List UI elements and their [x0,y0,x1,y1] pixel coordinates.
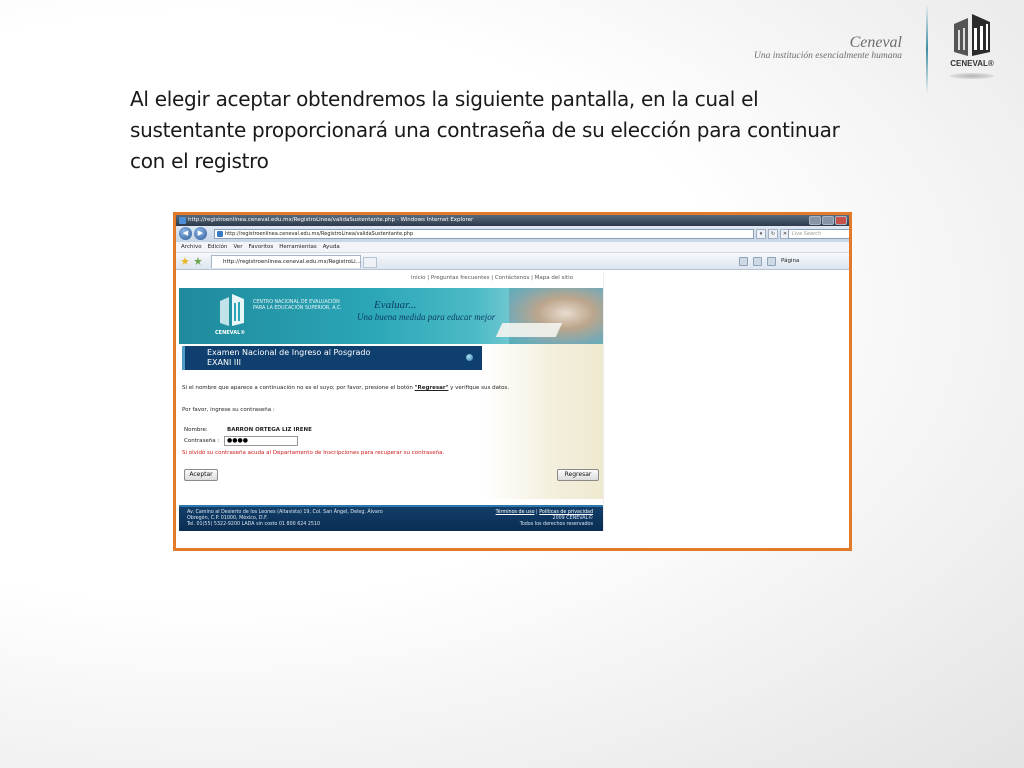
password-input[interactable]: ●●●● [224,436,298,446]
browser-screenshot: http://registroenlinea.ceneval.edu.mx/Re… [173,212,852,551]
new-tab-button[interactable] [363,257,377,268]
ceneval-banner-logo-icon [220,294,244,326]
menu-herramientas[interactable]: Herramientas [279,242,316,252]
privacy-link[interactable]: Políticas de privacidad [539,510,593,515]
menu-edicion[interactable]: Edición [208,242,228,252]
address-row: ◀ ▶ http://registroenlinea.ceneval.edu.m… [176,226,849,242]
menu-archivo[interactable]: Archivo [181,242,202,252]
top-links[interactable]: Inicio | Preguntas frecuentes | Contácte… [179,275,603,281]
org-short: CENEVAL® [215,330,246,336]
password-label: Contraseña : [184,438,220,444]
close-button[interactable] [835,216,847,225]
minimize-button[interactable] [809,216,821,225]
regresar-link[interactable]: "Regresar" [415,385,449,391]
exam-title: Examen Nacional de Ingreso al Posgrado [207,348,371,357]
exam-bullet-icon [466,354,473,361]
menu-ayuda[interactable]: Ayuda [323,242,340,252]
password-prompt: Por favor, ingrese su contraseña : [182,407,275,413]
menu-bar: Archivo Edición Ver Favoritos Herramient… [176,242,849,253]
brand-divider [926,4,928,94]
address-bar[interactable]: http://registroenlinea.ceneval.edu.mx/Re… [214,229,754,239]
maximize-button[interactable] [822,216,834,225]
page-blank-area [603,273,849,531]
window-title: http://registroenlinea.ceneval.edu.mx/Re… [188,217,474,223]
brand-name: Ceneval [849,34,902,51]
back-arrow-icon[interactable]: ◀ [179,227,192,240]
print-icon[interactable] [767,256,776,266]
name-label: Nombre: [184,427,208,433]
site-footer: Av. Camino al Desierto de los Leones (Al… [179,505,603,531]
menu-ver[interactable]: Ver [233,242,242,252]
accept-button[interactable]: Aceptar [184,469,218,481]
page-menu[interactable]: Página [781,256,799,266]
address-text: http://registroenlinea.ceneval.edu.mx/Re… [225,231,414,237]
logo-shadow [950,73,994,79]
ceneval-logo: CENEVAL® [946,12,998,82]
slide-title: Al elegir aceptar obtendremos la siguien… [130,87,840,173]
home-icon[interactable] [739,256,748,266]
dropdown-icon[interactable]: ▾ [756,229,766,239]
banner-tagline: Una buena medida para educar mejor [357,312,496,322]
footer-address: Av. Camino al Desierto de los Leones (Al… [187,510,383,527]
exam-box: Examen Nacional de Ingreso al Posgrado E… [182,346,482,370]
ceneval-logo-text: CENEVAL® [950,59,994,68]
forgot-password-warning: Si olvidó su contraseña acuda al Departa… [182,450,445,456]
notice-text: Si el nombre que aparece a continuación … [182,385,510,391]
exam-subtitle: EXANI III [207,358,241,367]
back-button[interactable]: Regresar [557,469,599,481]
terms-link[interactable]: Términos de uso [496,510,535,515]
name-value: BARRON ORTEGA LIZ IRENE [227,427,312,433]
site-banner: CENTRO NACIONAL DE EVALUACIÓN PARA LA ED… [179,288,603,344]
page-icon [217,231,223,237]
ie-icon [179,217,186,224]
tab-label: http://registroenlinea.ceneval.edu.mx/Re… [223,259,361,265]
refresh-icon[interactable]: ↻ [768,229,778,239]
feeds-icon[interactable] [753,256,762,266]
forward-arrow-icon[interactable]: ▶ [194,227,207,240]
banner-paper [495,323,563,337]
footer-links: Términos de uso | Políticas de privacida… [495,510,593,527]
web-page: Inicio | Preguntas frecuentes | Contácte… [179,273,603,531]
rights: Todos los derechos reservados [519,522,593,527]
tab-current[interactable]: http://registroenlinea.ceneval.edu.mx/Re… [211,255,361,268]
brand-tagline: Una institución esencialmente humana [753,51,902,61]
tab-row: http://registroenlinea.ceneval.edu.mx/Re… [176,253,849,270]
favorites-star-icon[interactable] [181,257,189,265]
ceneval-logo-icon [954,14,990,56]
menu-favoritos[interactable]: Favoritos [248,242,273,252]
browser-titlebar: http://registroenlinea.ceneval.edu.mx/Re… [176,215,849,226]
org-name: CENTRO NACIONAL DE EVALUACIÓN PARA LA ED… [253,300,342,311]
banner-evaluar: Evaluar... [374,299,417,311]
add-favorites-icon[interactable] [194,257,202,265]
live-search-input[interactable]: Live Search [788,229,849,239]
